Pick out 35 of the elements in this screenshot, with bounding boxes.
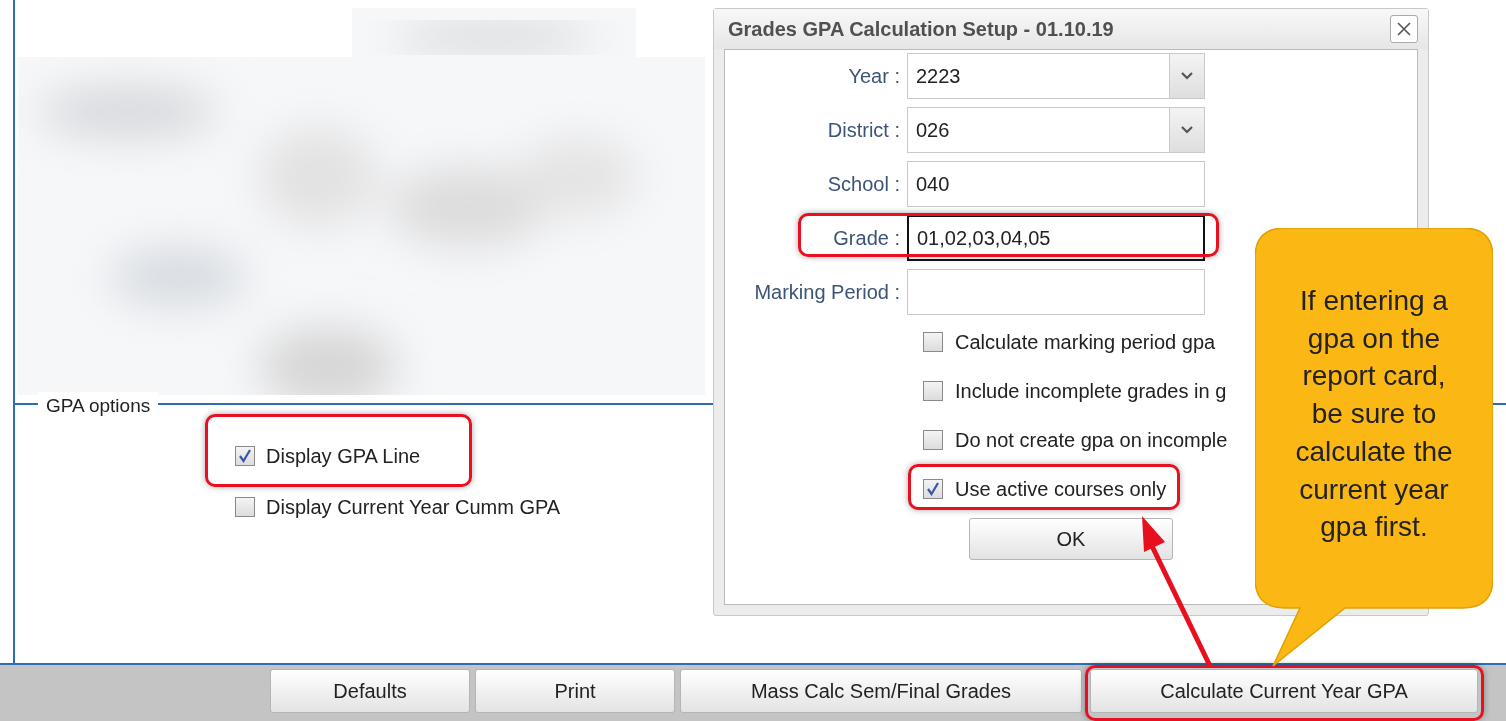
field-label: Marking Period :: [753, 280, 901, 305]
close-icon: [1396, 21, 1412, 37]
chevron-down-icon: [1180, 125, 1194, 135]
check-icon: [926, 482, 940, 496]
checkbox-label: Do not create gpa on incomple: [955, 430, 1228, 450]
toolbar-button[interactable]: Calculate Current Year GPA: [1090, 669, 1478, 713]
field-label: School :: [826, 172, 901, 197]
checkbox[interactable]: [235, 497, 255, 517]
checkbox-label: Include incomplete grades in g: [955, 381, 1227, 401]
close-button[interactable]: [1390, 15, 1418, 43]
dialog-title: Grades GPA Calculation Setup - 01.10.19: [728, 17, 1114, 42]
check-icon: [238, 449, 252, 463]
ok-button[interactable]: OK: [969, 518, 1173, 560]
input-field[interactable]: 040: [907, 161, 1205, 207]
field-label: Grade :: [832, 226, 901, 251]
checkbox[interactable]: [923, 430, 943, 450]
select-field[interactable]: 026: [907, 107, 1205, 153]
input-field[interactable]: [907, 269, 1205, 315]
select-field[interactable]: 2223: [907, 53, 1205, 99]
checkbox[interactable]: [923, 381, 943, 401]
checkbox-label: Display Current Year Cumm GPA: [266, 497, 561, 517]
callout-text: If entering a gpa on the report card, be sure to calculate the current year gpa first.: [1294, 284, 1454, 545]
toolbar-button[interactable]: Print: [475, 669, 675, 713]
chevron-down-icon: [1180, 71, 1194, 81]
field-label: District :: [826, 118, 901, 143]
checkbox[interactable]: [235, 446, 255, 466]
checkbox-label: Calculate marking period gpa: [955, 332, 1216, 352]
checkbox-label: Use active courses only: [955, 479, 1167, 499]
checkbox[interactable]: [923, 479, 943, 499]
input-field[interactable]: 01,02,03,04,05: [907, 215, 1205, 261]
checkbox[interactable]: [923, 332, 943, 352]
toolbar-button[interactable]: Mass Calc Sem/Final Grades: [680, 669, 1082, 713]
toolbar-button[interactable]: Defaults: [270, 669, 470, 713]
field-label: Year :: [847, 64, 901, 89]
checkbox-label: Display GPA Line: [266, 446, 421, 466]
